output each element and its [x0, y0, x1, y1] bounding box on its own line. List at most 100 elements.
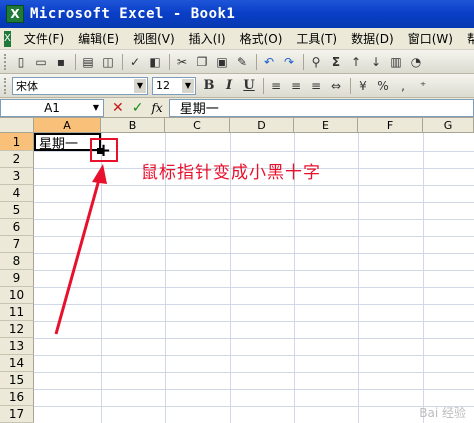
select-all-corner[interactable] [0, 118, 34, 133]
underline-button[interactable]: U [240, 77, 258, 95]
save-icon[interactable]: ▪ [52, 53, 70, 71]
toolbar-separator [75, 53, 76, 70]
italic-button[interactable]: I [220, 77, 238, 95]
spelling-icon[interactable]: ✓ [126, 53, 144, 71]
annotation-text: 鼠标指针变成小黑十字 [141, 163, 321, 183]
chevron-down-icon[interactable]: ▼ [182, 78, 194, 93]
row-header-16[interactable]: 16 [0, 389, 34, 406]
toolbar-grip[interactable] [4, 53, 8, 70]
format-painter-icon[interactable]: ✎ [233, 53, 251, 71]
comma-icon[interactable]: , [394, 77, 412, 95]
grid-line [34, 355, 474, 356]
copy-icon[interactable]: ❐ [193, 53, 211, 71]
font-name-select[interactable]: 宋体 ▼ [12, 76, 148, 95]
menu-data[interactable]: 数据(D) [344, 30, 401, 47]
toolbar-separator [303, 53, 304, 70]
menu-bar: X 文件(F) 编辑(E) 视图(V) 插入(I) 格式(O) 工具(T) 数据… [0, 28, 474, 50]
row-header-10[interactable]: 10 [0, 287, 34, 304]
toolbar-separator [350, 77, 351, 94]
sort-ascending-icon[interactable]: ↑ [347, 53, 365, 71]
undo-icon[interactable]: ↶ [260, 53, 278, 71]
align-center-icon[interactable]: ≡ [287, 77, 305, 95]
menu-format[interactable]: 格式(O) [233, 30, 290, 47]
excel-logo-icon: X [6, 5, 24, 23]
enter-icon[interactable]: ✓ [132, 100, 144, 116]
menu-file[interactable]: 文件(F) [17, 30, 71, 47]
font-size-select[interactable]: 12 ▼ [152, 76, 196, 95]
toolbar-separator [263, 77, 264, 94]
row-header-5[interactable]: 5 [0, 202, 34, 219]
row-header-14[interactable]: 14 [0, 355, 34, 372]
row-header-1[interactable]: 1 [0, 133, 34, 151]
column-header-d[interactable]: D [230, 118, 294, 133]
menu-insert[interactable]: 插入(I) [182, 30, 233, 47]
name-box-value: A1 [44, 100, 60, 115]
formula-input[interactable]: 星期一 [168, 98, 474, 117]
worksheet-grid[interactable]: A B C D E F G 1 2 3 4 5 6 7 8 9 10 11 12… [0, 118, 474, 423]
column-header-f[interactable]: F [358, 118, 423, 133]
currency-icon[interactable]: ¥ [354, 77, 372, 95]
font-name-value: 宋体 [16, 79, 38, 93]
row-header-8[interactable]: 8 [0, 253, 34, 270]
row-header-2[interactable]: 2 [0, 151, 34, 168]
chart-icon[interactable]: ▥ [387, 53, 405, 71]
row-header-6[interactable]: 6 [0, 219, 34, 236]
chevron-down-icon[interactable]: ▼ [89, 100, 103, 116]
standard-toolbar: ▯ ▭ ▪ ▤ ◫ ✓ ◧ ✂ ❐ ▣ ✎ ↶ ↷ ⚲ Σ ↑ ↓ ▥ ◔ [0, 50, 474, 74]
toolbar-grip[interactable] [4, 77, 8, 94]
print-preview-icon[interactable]: ◫ [99, 53, 117, 71]
open-icon[interactable]: ▭ [32, 53, 50, 71]
column-header-c[interactable]: C [165, 118, 230, 133]
merge-center-icon[interactable]: ⇔ [327, 77, 345, 95]
grid-line [34, 253, 474, 254]
autosum-icon[interactable]: Σ [327, 53, 345, 71]
align-right-icon[interactable]: ≡ [307, 77, 325, 95]
menu-view[interactable]: 视图(V) [126, 30, 182, 47]
column-header-e[interactable]: E [294, 118, 358, 133]
paste-icon[interactable]: ▣ [213, 53, 231, 71]
align-left-icon[interactable]: ≡ [267, 77, 285, 95]
increase-decimal-icon[interactable]: ⁺ [414, 77, 432, 95]
chevron-down-icon[interactable]: ▼ [134, 78, 146, 93]
sort-descending-icon[interactable]: ↓ [367, 53, 385, 71]
column-header-g[interactable]: G [423, 118, 474, 133]
toolbar-separator [169, 53, 170, 70]
grid-line [358, 133, 359, 423]
grid-line [34, 202, 474, 203]
column-header-a[interactable]: A [34, 118, 101, 133]
formula-bar: A1 ▼ ✕ ✓ fx 星期一 [0, 98, 474, 118]
row-header-3[interactable]: 3 [0, 168, 34, 185]
grid-line [34, 389, 474, 390]
cut-icon[interactable]: ✂ [173, 53, 191, 71]
row-header-15[interactable]: 15 [0, 372, 34, 389]
grid-line [34, 304, 474, 305]
cancel-icon[interactable]: ✕ [112, 100, 124, 116]
menu-tools[interactable]: 工具(T) [289, 30, 344, 47]
row-header-11[interactable]: 11 [0, 304, 34, 321]
title-bar: X Microsoft Excel - Book1 [0, 0, 474, 28]
row-header-9[interactable]: 9 [0, 270, 34, 287]
row-header-12[interactable]: 12 [0, 321, 34, 338]
bold-button[interactable]: B [200, 77, 218, 95]
name-box[interactable]: A1 ▼ [0, 98, 104, 117]
row-header-13[interactable]: 13 [0, 338, 34, 355]
insert-function-icon[interactable]: fx [151, 101, 162, 115]
menu-window[interactable]: 窗口(W) [401, 30, 460, 47]
crosshair-cursor-icon: + [96, 140, 112, 161]
redo-icon[interactable]: ↷ [280, 53, 298, 71]
print-icon[interactable]: ▤ [79, 53, 97, 71]
menu-edit[interactable]: 编辑(E) [71, 30, 126, 47]
drawing-icon[interactable]: ◔ [407, 53, 425, 71]
menu-help[interactable]: 帮助 [460, 30, 474, 47]
row-header-17[interactable]: 17 [0, 406, 34, 423]
grid-line [34, 338, 474, 339]
percent-icon[interactable]: % [374, 77, 392, 95]
hyperlink-icon[interactable]: ⚲ [307, 53, 325, 71]
research-icon[interactable]: ◧ [146, 53, 164, 71]
row-header-4[interactable]: 4 [0, 185, 34, 202]
column-header-b[interactable]: B [101, 118, 165, 133]
grid-line [34, 321, 474, 322]
row-header-7[interactable]: 7 [0, 236, 34, 253]
new-icon[interactable]: ▯ [12, 53, 30, 71]
workbook-icon[interactable]: X [4, 30, 11, 47]
